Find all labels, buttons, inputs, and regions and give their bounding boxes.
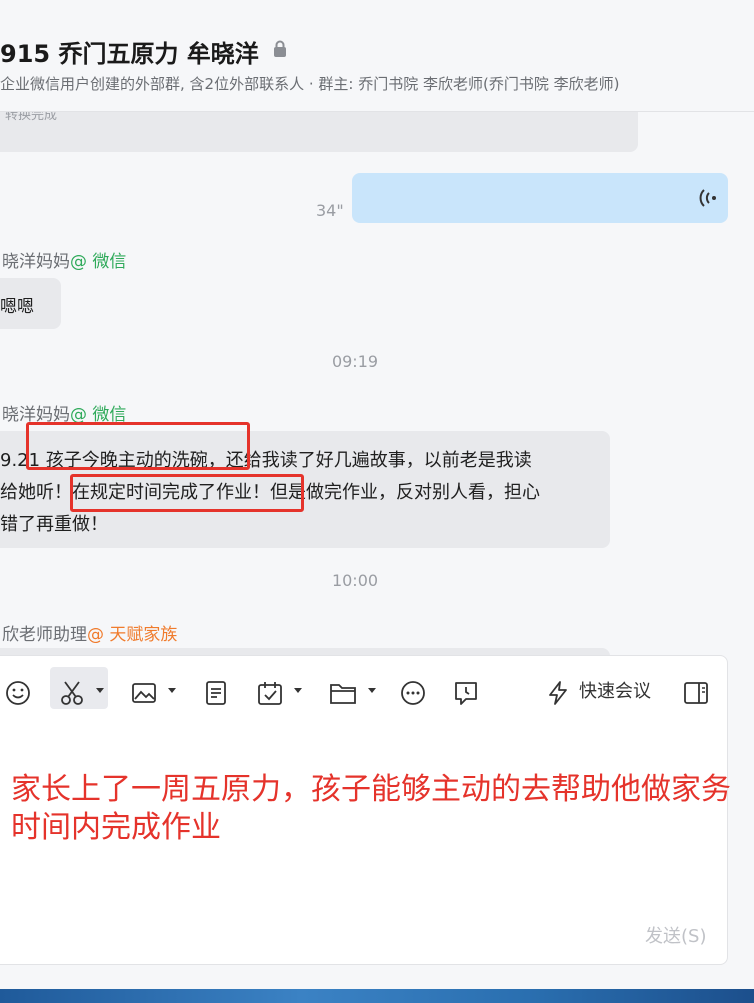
caret-down-icon — [367, 687, 377, 695]
scissors-icon — [59, 680, 85, 706]
highlight-box — [26, 422, 250, 470]
document-button[interactable] — [203, 680, 229, 706]
message-composer: 快速会议 家长上了一周五原力，孩子能够主动的去帮助他做家务 时间内完成作业 发送… — [0, 655, 731, 965]
caret-down-icon — [167, 687, 177, 695]
message-list[interactable]: ✓ 转换完成 34" 晓洋妈妈@ 微信 嗯嗯 09:19 晓洋妈妈@ 微信 9.… — [0, 112, 754, 655]
voice-duration: 34" — [316, 201, 344, 220]
image-icon — [131, 680, 157, 706]
quick-meeting-button[interactable]: 快速会议 — [579, 677, 651, 703]
sender-label[interactable]: 晓洋妈妈@ 微信 — [2, 247, 126, 272]
voice-wave-icon — [698, 187, 718, 209]
converted-status: ✓ 转换完成 — [0, 112, 57, 123]
caret-down-icon — [293, 687, 303, 695]
send-button[interactable]: 发送(S) — [645, 922, 706, 948]
sidebar-panel-icon — [683, 680, 709, 706]
message-bubble-voice-text[interactable]: ✓ 转换完成 — [0, 112, 638, 152]
quick-meeting-icon-wrap[interactable] — [545, 680, 571, 706]
document-icon — [203, 680, 229, 706]
more-icon — [400, 680, 426, 706]
folder-icon — [329, 680, 357, 706]
calendar-check-icon — [257, 680, 283, 706]
timestamp: 09:19 — [331, 352, 379, 371]
screenshot-dropdown[interactable] — [95, 687, 105, 713]
lock-icon — [272, 40, 288, 58]
sidebar-toggle-button[interactable] — [683, 680, 709, 706]
emoji-icon — [5, 680, 31, 706]
file-button[interactable] — [329, 680, 357, 706]
emoji-button[interactable] — [5, 680, 31, 706]
message-line: 错了再重做！ — [0, 514, 108, 535]
image-button[interactable] — [131, 680, 157, 706]
voice-message-bubble[interactable] — [352, 173, 728, 223]
message-input[interactable]: 家长上了一周五原力，孩子能够主动的去帮助他做家务 时间内完成作业 — [11, 771, 751, 847]
file-dropdown[interactable] — [367, 687, 377, 713]
chat-header: 915 乔门五原力 牟晓洋 企业微信用户创建的外部群, 含2位外部联系人 · 群… — [0, 0, 754, 112]
annotation-line: 时间内完成作业 — [11, 810, 221, 845]
clock-chat-icon — [453, 680, 479, 706]
message-bubble[interactable]: 嗯嗯 — [0, 278, 61, 329]
lightning-icon — [545, 680, 571, 706]
annotation-line: 家长上了一周五原力，孩子能够主动的去帮助他做家务 — [11, 772, 731, 807]
highlight-box — [70, 474, 304, 512]
schedule-button[interactable] — [257, 680, 283, 706]
taskbar — [0, 989, 754, 1003]
group-subtitle: 企业微信用户创建的外部群, 含2位外部联系人 · 群主: 乔门书院 李欣老师(乔… — [0, 75, 620, 93]
schedule-dropdown[interactable] — [293, 687, 303, 713]
chat-record-button[interactable] — [453, 680, 479, 706]
group-title[interactable]: 915 乔门五原力 牟晓洋 — [0, 34, 259, 69]
screenshot-button[interactable] — [59, 680, 85, 706]
more-button[interactable] — [400, 680, 426, 706]
image-dropdown[interactable] — [167, 687, 177, 713]
timestamp: 10:00 — [331, 571, 379, 590]
message-bubble[interactable] — [0, 648, 610, 655]
sender-label[interactable]: 欣老师助理@ 天赋家族 — [2, 620, 177, 645]
caret-down-icon — [95, 687, 105, 695]
